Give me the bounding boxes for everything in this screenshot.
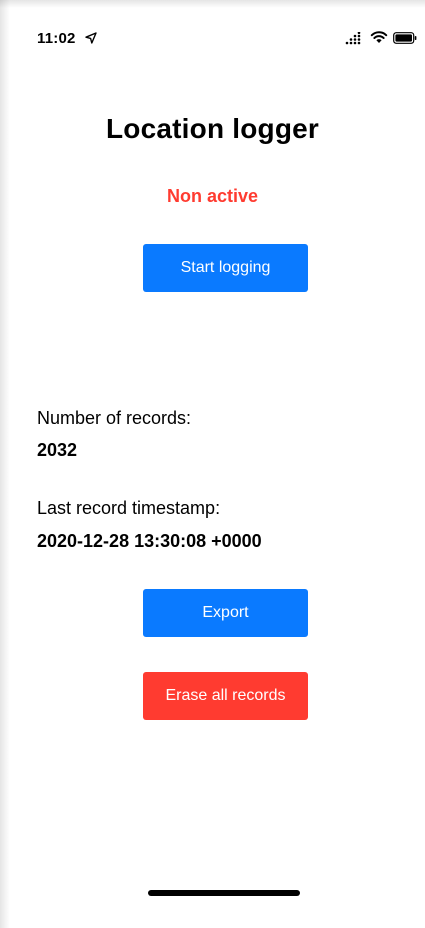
status-bar: 11:02 — [0, 24, 425, 54]
app-screen: 11:02 Location logger Non active Start l… — [0, 0, 425, 928]
records-count-value: 2032 — [37, 440, 78, 460]
status-time: 11:02 — [37, 30, 76, 47]
page-title: Location logger — [106, 113, 319, 144]
records-count-label: Number of records: — [37, 408, 192, 428]
battery-icon — [393, 32, 417, 44]
wifi-icon — [370, 31, 388, 43]
last-timestamp-label: Last record timestamp: — [37, 498, 221, 518]
logging-status-label: Non active — [166, 186, 259, 206]
start-logging-button[interactable]: Start logging — [143, 244, 308, 292]
home-indicator[interactable] — [148, 890, 300, 896]
location-arrow-icon — [85, 32, 97, 44]
last-timestamp-value: 2020-12-28 13:30:08 +0000 — [37, 531, 262, 551]
erase-all-records-button[interactable]: Erase all records — [143, 672, 308, 720]
cellular-signal-icon — [345, 32, 361, 45]
export-button[interactable]: Export — [143, 589, 308, 637]
